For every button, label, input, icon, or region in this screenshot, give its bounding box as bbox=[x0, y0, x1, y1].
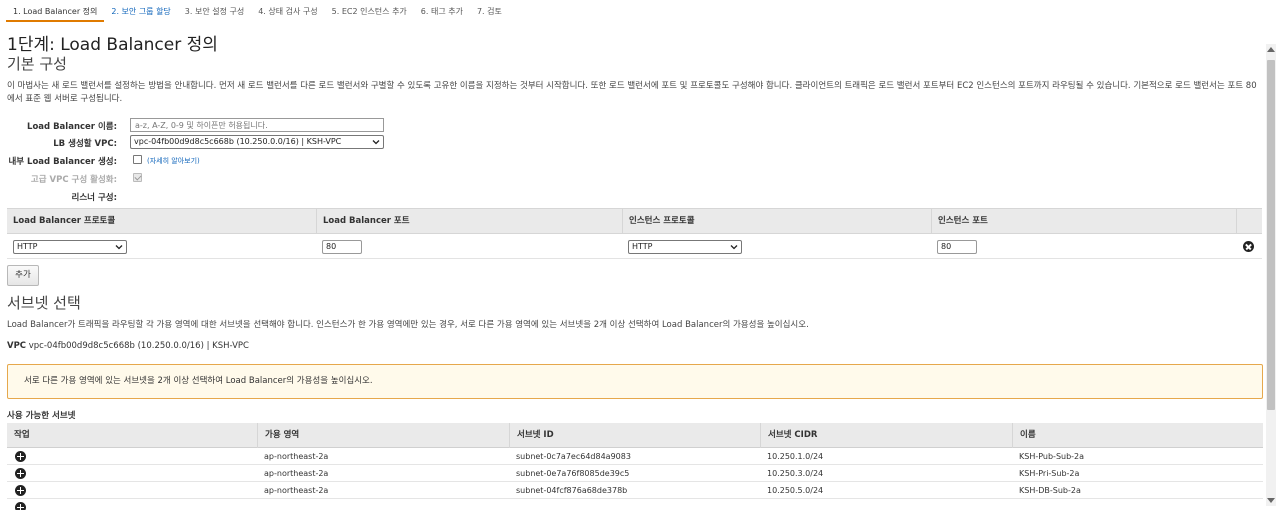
tab-add-tags[interactable]: 6. 태그 추가 bbox=[414, 2, 470, 22]
subnet-row: ap-northeast-2a subnet-0c7a7ec64d84a9083… bbox=[7, 449, 1263, 465]
subnet-vpc-line: VPC vpc-04fb00d9d8c5c668b (10.250.0.0/16… bbox=[7, 341, 249, 351]
tab-add-ec2-instances[interactable]: 5. EC2 인스턴스 추가 bbox=[325, 2, 414, 22]
lb-port-value: 80 bbox=[326, 242, 337, 251]
subnet-description: Load Balancer가 트래픽을 라우팅할 각 가용 영역에 대한 서브넷… bbox=[7, 320, 809, 330]
subnet-id: subnet-0e7a76f8085de39c5 bbox=[516, 469, 630, 478]
header-remove bbox=[1236, 209, 1262, 234]
availability-warning: 서로 다른 가용 영역에 있는 서브넷을 2개 이상 선택하여 Load Bal… bbox=[7, 364, 1263, 399]
vpc-prefix: VPC bbox=[7, 341, 27, 351]
vpc-label: LB 생성할 VPC: bbox=[53, 139, 117, 149]
subnet-id: subnet-0c7a7ec64d84a9083 bbox=[516, 452, 631, 461]
listener-config-label: 리스너 구성: bbox=[71, 193, 117, 203]
remove-listener-icon[interactable] bbox=[1243, 241, 1254, 252]
instance-protocol-select[interactable]: HTTP bbox=[628, 240, 742, 254]
tab-configure-health-check[interactable]: 4. 상태 검사 구성 bbox=[251, 2, 324, 22]
listener-row: HTTP 80 HTTP 80 bbox=[7, 235, 1262, 259]
basic-config-description: 이 마법사는 새 로드 밸런서를 설정하는 방법을 안내합니다. 먼저 새 로드… bbox=[7, 81, 1257, 104]
header-instance-protocol: 인스턴스 프로토콜 bbox=[622, 209, 931, 234]
header-lb-port: Load Balancer 포트 bbox=[316, 209, 622, 234]
subnet-id: subnet-04fcf876a68de378b bbox=[516, 486, 628, 495]
subnet-cidr: 10.250.5.0/24 bbox=[767, 486, 824, 495]
subnet-selection-title: 서브넷 선택 bbox=[7, 294, 81, 312]
subnet-vpc-value: vpc-04fb00d9d8c5c668b (10.250.0.0/16) | … bbox=[28, 341, 249, 351]
subnet-az: ap-northeast-2a bbox=[264, 469, 329, 478]
chevron-down-icon bbox=[372, 140, 380, 145]
chevron-down-icon bbox=[115, 245, 123, 250]
lb-port-input[interactable]: 80 bbox=[322, 240, 362, 254]
add-subnet-icon[interactable] bbox=[15, 451, 26, 462]
header-action: 작업 bbox=[14, 430, 30, 440]
scroll-up-arrow-icon[interactable] bbox=[1267, 47, 1275, 52]
lb-protocol-value: HTTP bbox=[17, 242, 38, 251]
subnet-table-header: 작업 가용 영역 서브넷 ID 서브넷 CIDR 이름 bbox=[7, 423, 1263, 448]
add-subnet-icon[interactable] bbox=[15, 485, 26, 496]
scrollbar-thumb[interactable] bbox=[1267, 60, 1275, 410]
subnet-row: ap-northeast-2a subnet-0e7a76f8085de39c5… bbox=[7, 466, 1263, 482]
listener-table-header: Load Balancer 프로토콜 Load Balancer 포트 인스턴스… bbox=[7, 208, 1262, 234]
tab-assign-security-groups[interactable]: 2. 보안 그룹 할당 bbox=[104, 2, 177, 22]
subnet-cidr: 10.250.3.0/24 bbox=[767, 469, 824, 478]
learn-more-link[interactable]: (자세히 알아보기) bbox=[147, 156, 200, 166]
add-subnet-icon[interactable] bbox=[15, 468, 26, 479]
lb-name-input[interactable] bbox=[130, 118, 384, 132]
subnet-row: ap-northeast-2a subnet-04fcf876a68de378b… bbox=[7, 483, 1263, 499]
tab-configure-security-settings[interactable]: 3. 보안 설정 구성 bbox=[178, 2, 251, 22]
subnet-az: ap-northeast-2a bbox=[264, 486, 329, 495]
available-subnets-label: 사용 가능한 서브넷 bbox=[7, 411, 76, 421]
page-title: 1단계: Load Balancer 정의 bbox=[7, 35, 218, 55]
tab-review[interactable]: 7. 검토 bbox=[470, 2, 509, 22]
header-lb-protocol: Load Balancer 프로토콜 bbox=[13, 216, 116, 226]
basic-config-title: 기본 구성 bbox=[7, 55, 67, 73]
chevron-down-icon bbox=[730, 245, 738, 250]
tab-define-load-balancer[interactable]: 1. Load Balancer 정의 bbox=[6, 2, 105, 22]
advanced-vpc-label: 고급 VPC 구성 활성화: bbox=[30, 175, 117, 185]
wizard-steps: 1. Load Balancer 정의 2. 보안 그룹 할당 3. 보안 설정… bbox=[6, 2, 509, 22]
internal-lb-checkbox[interactable] bbox=[133, 155, 142, 164]
subnet-row-partial bbox=[7, 500, 1263, 510]
subnet-name: KSH-Pub-Sub-2a bbox=[1019, 452, 1085, 461]
subnet-az: ap-northeast-2a bbox=[264, 452, 329, 461]
add-subnet-icon[interactable] bbox=[15, 502, 26, 510]
header-subnet-cidr: 서브넷 CIDR bbox=[760, 423, 1012, 448]
add-listener-button[interactable]: 추가 bbox=[7, 265, 39, 286]
header-subnet-id: 서브넷 ID bbox=[509, 423, 760, 448]
internal-lb-label: 내부 Load Balancer 생성: bbox=[8, 157, 117, 167]
vpc-select[interactable]: vpc-04fb00d9d8c5c668b (10.250.0.0/16) | … bbox=[130, 135, 384, 149]
instance-port-input[interactable]: 80 bbox=[937, 240, 977, 254]
header-name: 이름 bbox=[1012, 423, 1263, 448]
instance-port-value: 80 bbox=[941, 242, 952, 251]
scroll-down-arrow-icon[interactable] bbox=[1267, 498, 1275, 503]
header-availability-zone: 가용 영역 bbox=[257, 423, 509, 448]
subnet-name: KSH-Pri-Sub-2a bbox=[1019, 469, 1080, 478]
header-instance-port: 인스턴스 포트 bbox=[931, 209, 1236, 234]
lb-protocol-select[interactable]: HTTP bbox=[13, 240, 127, 254]
advanced-vpc-checkbox bbox=[133, 173, 142, 182]
instance-protocol-value: HTTP bbox=[632, 242, 653, 251]
subnet-name: KSH-DB-Sub-2a bbox=[1019, 486, 1081, 495]
vertical-scrollbar[interactable] bbox=[1266, 44, 1276, 506]
lb-name-label: Load Balancer 이름: bbox=[27, 122, 117, 132]
subnet-cidr: 10.250.1.0/24 bbox=[767, 452, 824, 461]
vpc-select-value: vpc-04fb00d9d8c5c668b (10.250.0.0/16) | … bbox=[134, 137, 342, 146]
content-area: 1단계: Load Balancer 정의 기본 구성 이 마법사는 새 로드 … bbox=[0, 22, 1265, 510]
